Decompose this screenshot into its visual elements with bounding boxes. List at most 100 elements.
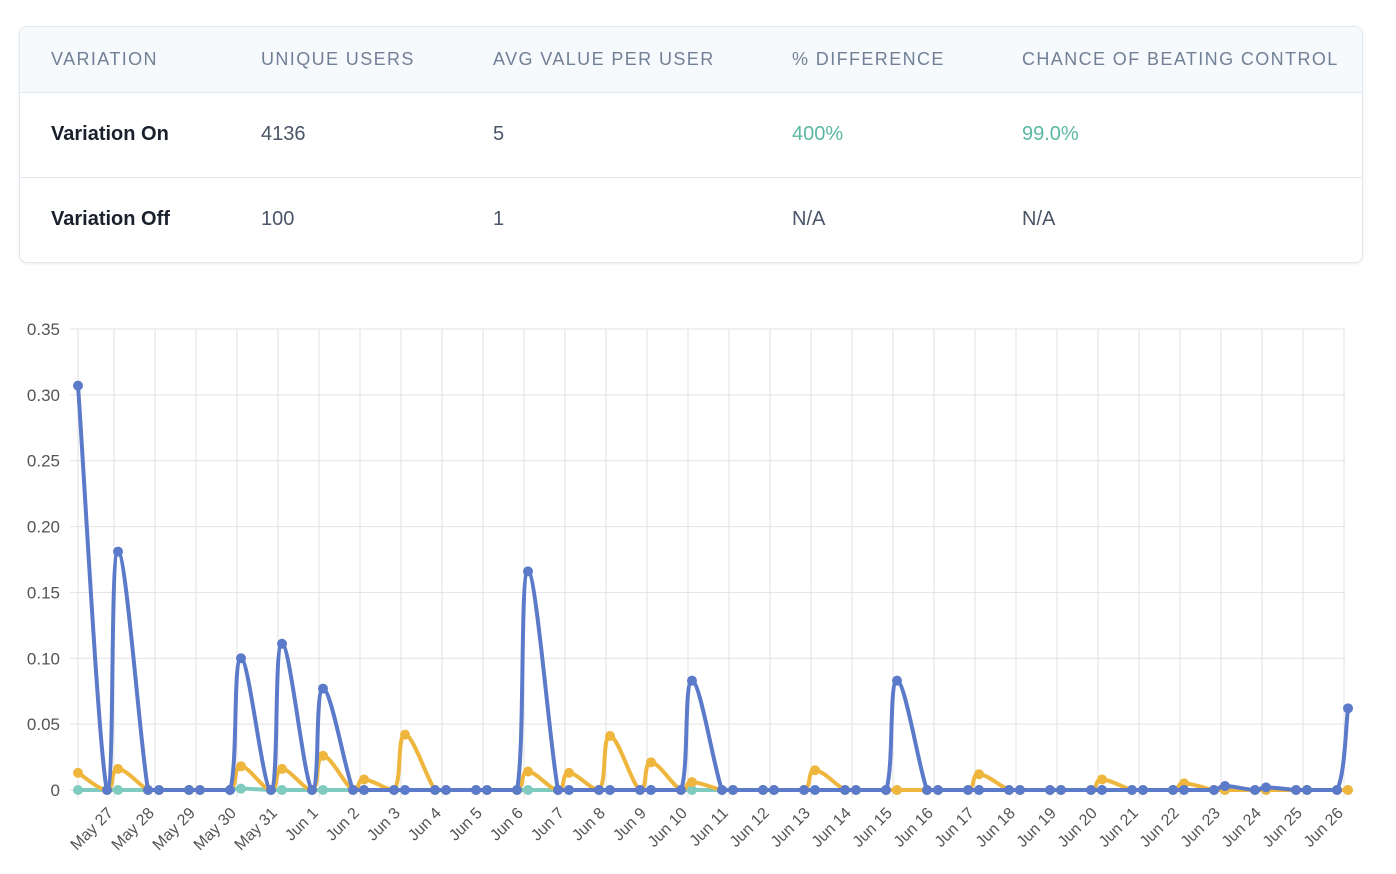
header-avg-value: AVG VALUE PER USER — [493, 48, 715, 69]
data-point — [277, 763, 287, 774]
data-point — [892, 785, 902, 795]
avg-value: 5 — [493, 123, 505, 145]
x-tick-label: Jun 22 — [1137, 805, 1183, 851]
table-header-row: VARIATION UNIQUE USERS AVG VALUE PER USE… — [20, 27, 1362, 92]
data-point — [113, 785, 123, 795]
x-tick-label: Jun 15 — [850, 805, 896, 851]
header-chance: CHANCE OF BEATING CONTROL — [1022, 48, 1339, 69]
data-point — [1291, 785, 1301, 795]
data-point — [389, 785, 399, 795]
data-point — [881, 785, 891, 795]
data-point — [1343, 703, 1353, 714]
series-line — [76, 383, 1350, 792]
data-point — [236, 653, 246, 664]
data-point — [605, 730, 615, 741]
data-point — [277, 638, 287, 649]
y-tick-label: 0.35 — [27, 320, 60, 339]
data-point — [1168, 785, 1178, 795]
data-point — [810, 765, 820, 776]
x-tick-label: Jun 6 — [487, 805, 527, 845]
data-point — [318, 683, 328, 694]
results-table: VARIATION UNIQUE USERS AVG VALUE PER USE… — [20, 27, 1362, 262]
data-point — [974, 785, 984, 795]
x-tick-label: Jun 25 — [1260, 805, 1306, 851]
data-point — [564, 767, 574, 778]
data-point — [441, 785, 451, 795]
unique-users-value: 100 — [261, 208, 295, 231]
x-tick-label: Jun 24 — [1219, 805, 1265, 851]
x-tick-label: Jun 14 — [809, 805, 855, 851]
x-tick-label: Jun 20 — [1055, 805, 1101, 851]
chance-value: N/A — [1022, 208, 1056, 231]
x-tick-label: Jun 3 — [364, 805, 404, 845]
data-point — [73, 767, 83, 778]
x-tick-label: Jun 1 — [282, 805, 322, 845]
data-point — [143, 785, 153, 795]
data-point — [154, 785, 164, 795]
data-point — [113, 763, 123, 774]
data-point — [564, 785, 574, 795]
x-tick-label: Jun 17 — [932, 805, 978, 851]
data-point — [769, 785, 779, 795]
data-point — [359, 774, 369, 785]
data-point — [717, 785, 727, 795]
x-tick-label: Jun 23 — [1178, 805, 1224, 851]
y-tick-label: 0 — [51, 781, 60, 800]
data-point — [728, 785, 738, 795]
data-point — [1209, 785, 1219, 795]
x-tick-label: May 28 — [109, 805, 158, 854]
data-point — [840, 785, 850, 795]
data-point — [73, 785, 83, 795]
data-point — [594, 785, 604, 795]
data-point — [307, 785, 317, 795]
data-point — [236, 783, 246, 794]
y-tick-label: 0.05 — [27, 715, 60, 734]
data-point — [277, 785, 287, 795]
data-point — [1004, 785, 1014, 795]
x-tick-label: Jun 13 — [768, 805, 814, 851]
x-tick-label: Jun 7 — [528, 805, 568, 845]
header-variation: VARIATION — [51, 48, 158, 69]
data-point — [236, 761, 246, 772]
data-point — [1127, 785, 1137, 795]
data-point — [758, 785, 768, 795]
variation-name: Variation On — [51, 123, 169, 145]
avg-value: 1 — [493, 208, 505, 231]
y-tick-label: 0.25 — [27, 452, 60, 471]
header-unique-users: UNIQUE USERS — [261, 48, 415, 69]
data-point — [963, 785, 973, 795]
data-point — [73, 380, 83, 391]
data-point — [225, 785, 235, 795]
data-point — [482, 785, 492, 795]
x-tick-label: Jun 11 — [687, 805, 732, 850]
data-point — [1097, 785, 1107, 795]
data-point — [851, 785, 861, 795]
data-point — [687, 777, 697, 788]
data-point — [933, 785, 943, 795]
x-tick-label: May 30 — [191, 805, 240, 854]
table-row: Variation On 4136 5 400% 99.0% — [20, 92, 1362, 177]
x-tick-label: Jun 10 — [645, 805, 691, 851]
y-tick-label: 0.10 — [27, 649, 60, 668]
data-point — [1179, 785, 1189, 795]
x-tick-label: Jun 12 — [727, 805, 773, 851]
x-tick-label: Jun 21 — [1096, 805, 1142, 851]
data-point — [1261, 782, 1271, 793]
data-point — [1302, 785, 1312, 795]
results-table-card: VARIATION UNIQUE USERS AVG VALUE PER USE… — [19, 26, 1363, 263]
x-tick-label: Jun 16 — [891, 805, 937, 851]
data-point — [1138, 785, 1148, 795]
chance-value: 99.0% — [1022, 123, 1079, 145]
x-tick-label: May 27 — [68, 805, 117, 854]
data-point — [523, 566, 533, 577]
data-point — [646, 757, 656, 768]
data-point — [195, 785, 205, 795]
data-point — [471, 785, 481, 795]
data-point — [1343, 785, 1353, 795]
data-point — [1086, 785, 1096, 795]
data-point — [113, 546, 123, 557]
data-point — [892, 675, 902, 686]
data-point — [676, 785, 686, 795]
data-point — [400, 729, 410, 740]
data-point — [799, 785, 809, 795]
